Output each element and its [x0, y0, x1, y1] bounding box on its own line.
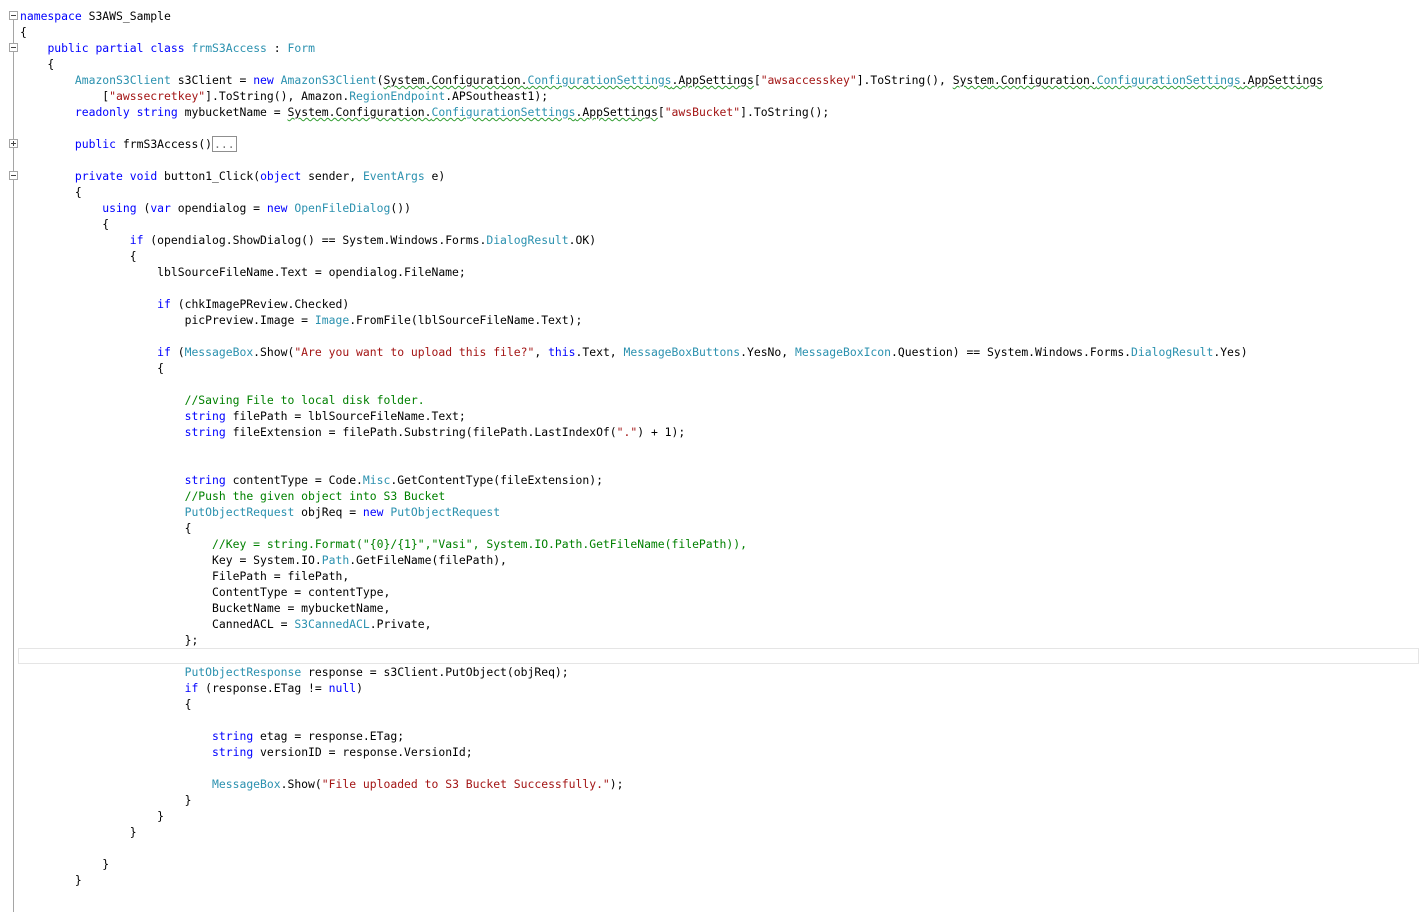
code-line: { [20, 185, 82, 199]
code-line: } [20, 793, 192, 807]
code-line: { [20, 25, 27, 39]
code-line: if (chkImagePReview.Checked) [157, 297, 350, 311]
code-line: string etag = response.ETag; [212, 729, 405, 743]
code-line: if (response.ETag != null) [184, 681, 363, 695]
code-line: //Saving File to local disk folder. [184, 393, 425, 407]
code-line: string versionID = response.VersionId; [212, 745, 473, 759]
collapse-namespace-icon[interactable] [9, 11, 18, 20]
outline-guide [13, 20, 14, 912]
code-line: FilePath = filePath, [20, 569, 350, 583]
code-line: readonly string mybucketName = System.Co… [74, 105, 830, 119]
code-line: Key = System.IO.Path.GetFileName(filePat… [20, 553, 507, 567]
code-line: } [20, 825, 137, 839]
code-line: { [20, 249, 137, 263]
code-editor[interactable]: namespace S3AWS_Sample { public partial … [0, 0, 1419, 912]
collapsed-region-marker[interactable]: ... [212, 136, 237, 152]
code-line: //Push the given object into S3 Bucket [184, 489, 446, 503]
collapse-method-icon[interactable] [9, 171, 18, 180]
outlining-margin [0, 0, 19, 912]
code-line: lblSourceFileName.Text = opendialog.File… [20, 265, 466, 279]
code-line: { [20, 217, 110, 231]
code-line: public partial class frmS3Access : Form [47, 41, 315, 55]
code-line: string filePath = lblSourceFileName.Text… [184, 409, 466, 423]
code-line: { [20, 521, 192, 535]
code-line: } [20, 857, 110, 871]
code-line: { [20, 361, 165, 375]
code-line: MessageBox.Show("File uploaded to S3 Buc… [212, 777, 624, 791]
code-line: public frmS3Access()... [74, 136, 237, 152]
code-line: { [20, 57, 55, 71]
code-line: string fileExtension = filePath.Substrin… [184, 425, 686, 439]
code-line: picPreview.Image = Image.FromFile(lblSou… [20, 313, 583, 327]
code-line: AmazonS3Client s3Client = new AmazonS3Cl… [74, 73, 1324, 87]
code-line: namespace S3AWS_Sample [20, 9, 171, 23]
collapse-class-icon[interactable] [9, 43, 18, 52]
code-line: if (opendialog.ShowDialog() == System.Wi… [129, 233, 597, 247]
current-line-highlight[interactable] [18, 648, 1419, 664]
code-line: //Key = string.Format("{0}/{1}","Vasi", … [212, 537, 747, 551]
code-line: } [20, 873, 82, 887]
code-line: BucketName = mybucketName, [20, 601, 391, 615]
code-line: ContentType = contentType, [20, 585, 391, 599]
code-line: PutObjectResponse response = s3Client.Pu… [184, 665, 569, 679]
code-line: }; [20, 633, 199, 647]
code-line: if (MessageBox.Show("Are you want to upl… [157, 345, 1248, 359]
code-line: PutObjectRequest objReq = new PutObjectR… [184, 505, 501, 519]
code-line: string contentType = Code.Misc.GetConten… [184, 473, 603, 487]
code-line: private void button1_Click(object sender… [74, 169, 446, 183]
code-line: CannedACL = S3CannedACL.Private, [20, 617, 432, 631]
expand-constructor-icon[interactable] [9, 139, 18, 148]
code-text-area[interactable]: namespace S3AWS_Sample { public partial … [20, 8, 1419, 888]
code-line: } [20, 809, 165, 823]
code-line: { [20, 697, 192, 711]
code-line: using (var opendialog = new OpenFileDial… [102, 201, 411, 215]
code-line: ["awssecretkey"].ToString(), Amazon.Regi… [20, 89, 549, 103]
